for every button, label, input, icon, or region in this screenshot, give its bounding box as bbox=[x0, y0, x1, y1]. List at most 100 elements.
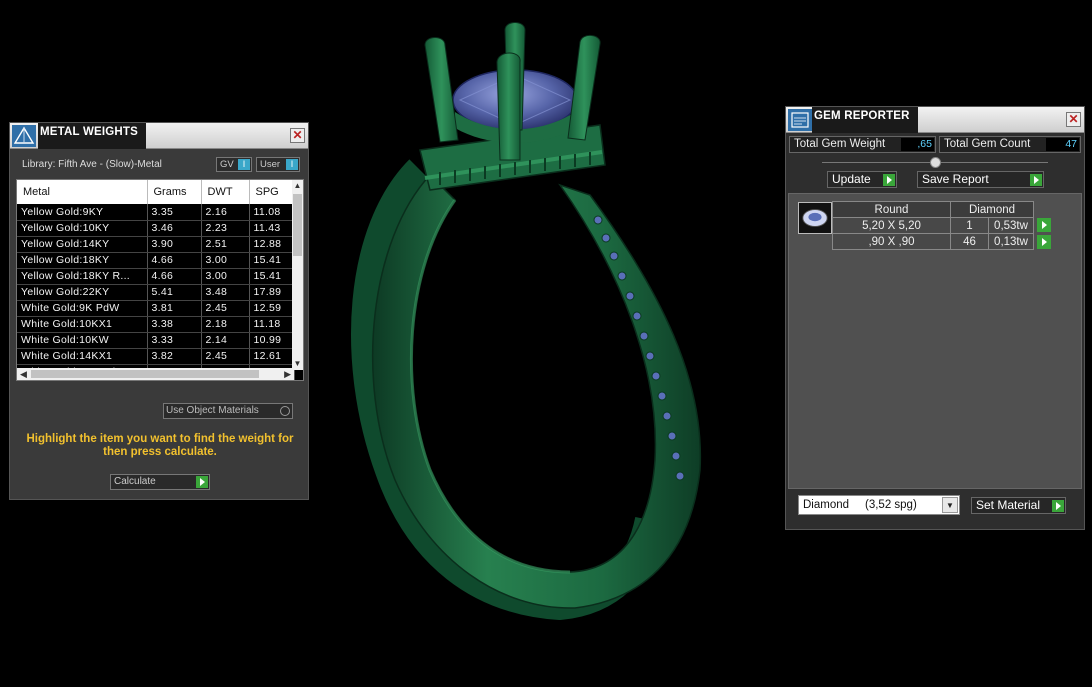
metal-name: Yellow Gold:22KY bbox=[17, 284, 148, 301]
grams-value: 3.90 bbox=[147, 236, 202, 253]
calculate-button[interactable]: Calculate bbox=[110, 474, 210, 490]
metal-name: Yellow Gold:9KY bbox=[17, 204, 148, 221]
gem-weight: 0,13tw bbox=[988, 233, 1034, 250]
column-header-grams[interactable]: Grams bbox=[147, 180, 202, 204]
gem-table: Round Diamond 5,20 X 5,20 1 0,53tw ,90 X… bbox=[832, 201, 1034, 250]
grams-value: 3.38 bbox=[147, 316, 202, 333]
dwt-value: 2.45 bbox=[201, 300, 250, 317]
spg-value: 12.59 bbox=[249, 300, 295, 317]
table-row[interactable]: Yellow Gold:14KY 3.90 2.51 12.88 bbox=[17, 236, 295, 253]
total-gem-count-field: Total Gem Count 47 bbox=[939, 136, 1081, 153]
spg-value: 15.41 bbox=[249, 268, 295, 285]
vertical-scrollbar[interactable]: ▲ ▼ bbox=[292, 180, 303, 370]
table-row[interactable]: Yellow Gold:9KY 3.35 2.16 11.08 bbox=[17, 204, 295, 221]
spg-value: 12.88 bbox=[249, 236, 295, 253]
save-report-button[interactable]: Save Report bbox=[917, 171, 1044, 188]
gem-count: 46 bbox=[950, 233, 989, 250]
pyramid-icon bbox=[12, 125, 36, 147]
table-row[interactable]: Yellow Gold:10KY 3.46 2.23 11.43 bbox=[17, 220, 295, 237]
table-row[interactable]: 5,20 X 5,20 1 0,53tw bbox=[832, 217, 1034, 234]
gem-count: 1 bbox=[950, 217, 989, 234]
dwt-value: 2.16 bbox=[201, 204, 250, 221]
dwt-value: 2.45 bbox=[201, 348, 250, 365]
table-row[interactable]: White Gold:14KX1 3.82 2.45 12.61 bbox=[17, 348, 295, 365]
metal-table: Metal Grams DWT SPG Yellow Gold:9KY 3.35 2… bbox=[16, 179, 304, 381]
scroll-thumb[interactable] bbox=[31, 370, 259, 378]
close-icon[interactable]: ✕ bbox=[1066, 112, 1081, 127]
use-object-materials-option[interactable]: Use Object Materials bbox=[163, 403, 293, 419]
total-gem-count-label: Total Gem Count bbox=[944, 138, 1031, 150]
spg-value: 11.08 bbox=[249, 204, 295, 221]
column-header-dwt[interactable]: DWT bbox=[201, 180, 250, 204]
gv-toggle[interactable]: GV I bbox=[216, 157, 252, 172]
scroll-up-icon[interactable]: ▲ bbox=[292, 180, 303, 192]
table-row[interactable]: Yellow Gold:18KY 4.66 3.00 15.41 bbox=[17, 252, 295, 269]
user-toggle[interactable]: User I bbox=[256, 157, 300, 172]
use-object-materials-label: Use Object Materials bbox=[166, 405, 259, 416]
metal-weights-titlebar[interactable]: METAL WEIGHTS ✕ bbox=[10, 123, 308, 149]
set-material-label: Set Material bbox=[976, 498, 1041, 512]
material-select[interactable]: Diamond (3,52 spg) ▼ bbox=[798, 495, 960, 515]
total-gem-weight-label: Total Gem Weight bbox=[794, 138, 886, 150]
metal-name: Yellow Gold:18KY bbox=[17, 252, 148, 269]
user-label: User bbox=[260, 159, 281, 170]
spg-value: 11.43 bbox=[249, 220, 295, 237]
material-selected-value: Diamond (3,52 spg) bbox=[803, 499, 917, 511]
table-row[interactable]: White Gold:10KX1 3.38 2.18 11.18 bbox=[17, 316, 295, 333]
play-arrow-icon bbox=[1030, 174, 1042, 186]
splitter-handle[interactable] bbox=[930, 157, 941, 168]
chevron-down-icon[interactable]: ▼ bbox=[942, 497, 958, 513]
select-gem-arrow-icon[interactable] bbox=[1037, 235, 1051, 249]
metal-name: White Gold:10KX1 bbox=[17, 316, 148, 333]
radio-icon[interactable] bbox=[280, 406, 290, 416]
metal-name: Yellow Gold:18KY R... bbox=[17, 268, 148, 285]
gem-list-area: Round Diamond 5,20 X 5,20 1 0,53tw ,90 X… bbox=[788, 193, 1082, 489]
horizontal-scrollbar[interactable]: ◀ ▶ bbox=[17, 368, 294, 380]
scroll-thumb[interactable] bbox=[293, 194, 302, 256]
gem-report-icon bbox=[788, 109, 812, 131]
dwt-value: 3.00 bbox=[201, 268, 250, 285]
dwt-value: 2.51 bbox=[201, 236, 250, 253]
column-header-metal[interactable]: Metal bbox=[17, 180, 148, 204]
dwt-value: 2.14 bbox=[201, 332, 250, 349]
grams-value: 3.33 bbox=[147, 332, 202, 349]
metal-name: Yellow Gold:10KY bbox=[17, 220, 148, 237]
spg-value: 12.61 bbox=[249, 348, 295, 365]
update-button[interactable]: Update bbox=[827, 171, 897, 188]
dwt-value: 2.23 bbox=[201, 220, 250, 237]
table-header-row: Metal Grams DWT SPG bbox=[17, 180, 295, 204]
round-gem-icon[interactable] bbox=[798, 202, 832, 234]
table-row[interactable]: White Gold:10KW 3.33 2.14 10.99 bbox=[17, 332, 295, 349]
table-row[interactable]: White Gold:9K PdW 3.81 2.45 12.59 bbox=[17, 300, 295, 317]
instruction-text: Highlight the item you want to find the … bbox=[26, 433, 294, 458]
close-icon[interactable]: ✕ bbox=[290, 128, 305, 143]
spg-value: 11.18 bbox=[249, 316, 295, 333]
ring-model[interactable] bbox=[351, 22, 702, 621]
set-material-button[interactable]: Set Material bbox=[971, 497, 1066, 514]
column-header-spg[interactable]: SPG bbox=[249, 180, 295, 204]
metal-name: White Gold:14KX1 bbox=[17, 348, 148, 365]
table-row[interactable]: Yellow Gold:22KY 5.41 3.48 17.89 bbox=[17, 284, 295, 301]
table-row[interactable]: Yellow Gold:18KY R... 4.66 3.00 15.41 bbox=[17, 268, 295, 285]
save-report-label: Save Report bbox=[922, 172, 989, 186]
calculate-label: Calculate bbox=[114, 476, 156, 487]
play-arrow-icon bbox=[1052, 500, 1064, 512]
total-gem-count-value: 47 bbox=[1046, 138, 1079, 151]
gem-size: ,90 X ,90 bbox=[832, 233, 951, 250]
select-gem-arrow-icon[interactable] bbox=[1037, 218, 1051, 232]
table-row[interactable]: ,90 X ,90 46 0,13tw bbox=[832, 233, 1034, 250]
scroll-left-icon[interactable]: ◀ bbox=[20, 368, 27, 380]
dwt-value: 3.00 bbox=[201, 252, 250, 269]
scroll-right-icon[interactable]: ▶ bbox=[284, 368, 291, 380]
grams-value: 3.81 bbox=[147, 300, 202, 317]
gem-reporter-panel: GEM REPORTER ✕ Total Gem Weight ,65 Tota… bbox=[785, 106, 1085, 530]
grams-value: 3.35 bbox=[147, 204, 202, 221]
gem-table-header: Round Diamond bbox=[832, 201, 1034, 218]
gem-weight: 0,53tw bbox=[988, 217, 1034, 234]
panel-title: GEM REPORTER bbox=[812, 107, 918, 133]
grams-value: 3.46 bbox=[147, 220, 202, 237]
metal-weights-panel: METAL WEIGHTS ✕ Library: Fifth Ave - (Sl… bbox=[9, 122, 309, 500]
library-label: Library: Fifth Ave - (Slow)-Metal bbox=[22, 159, 162, 170]
metal-name: White Gold:9K PdW bbox=[17, 300, 148, 317]
gem-reporter-titlebar[interactable]: GEM REPORTER ✕ bbox=[786, 107, 1084, 133]
